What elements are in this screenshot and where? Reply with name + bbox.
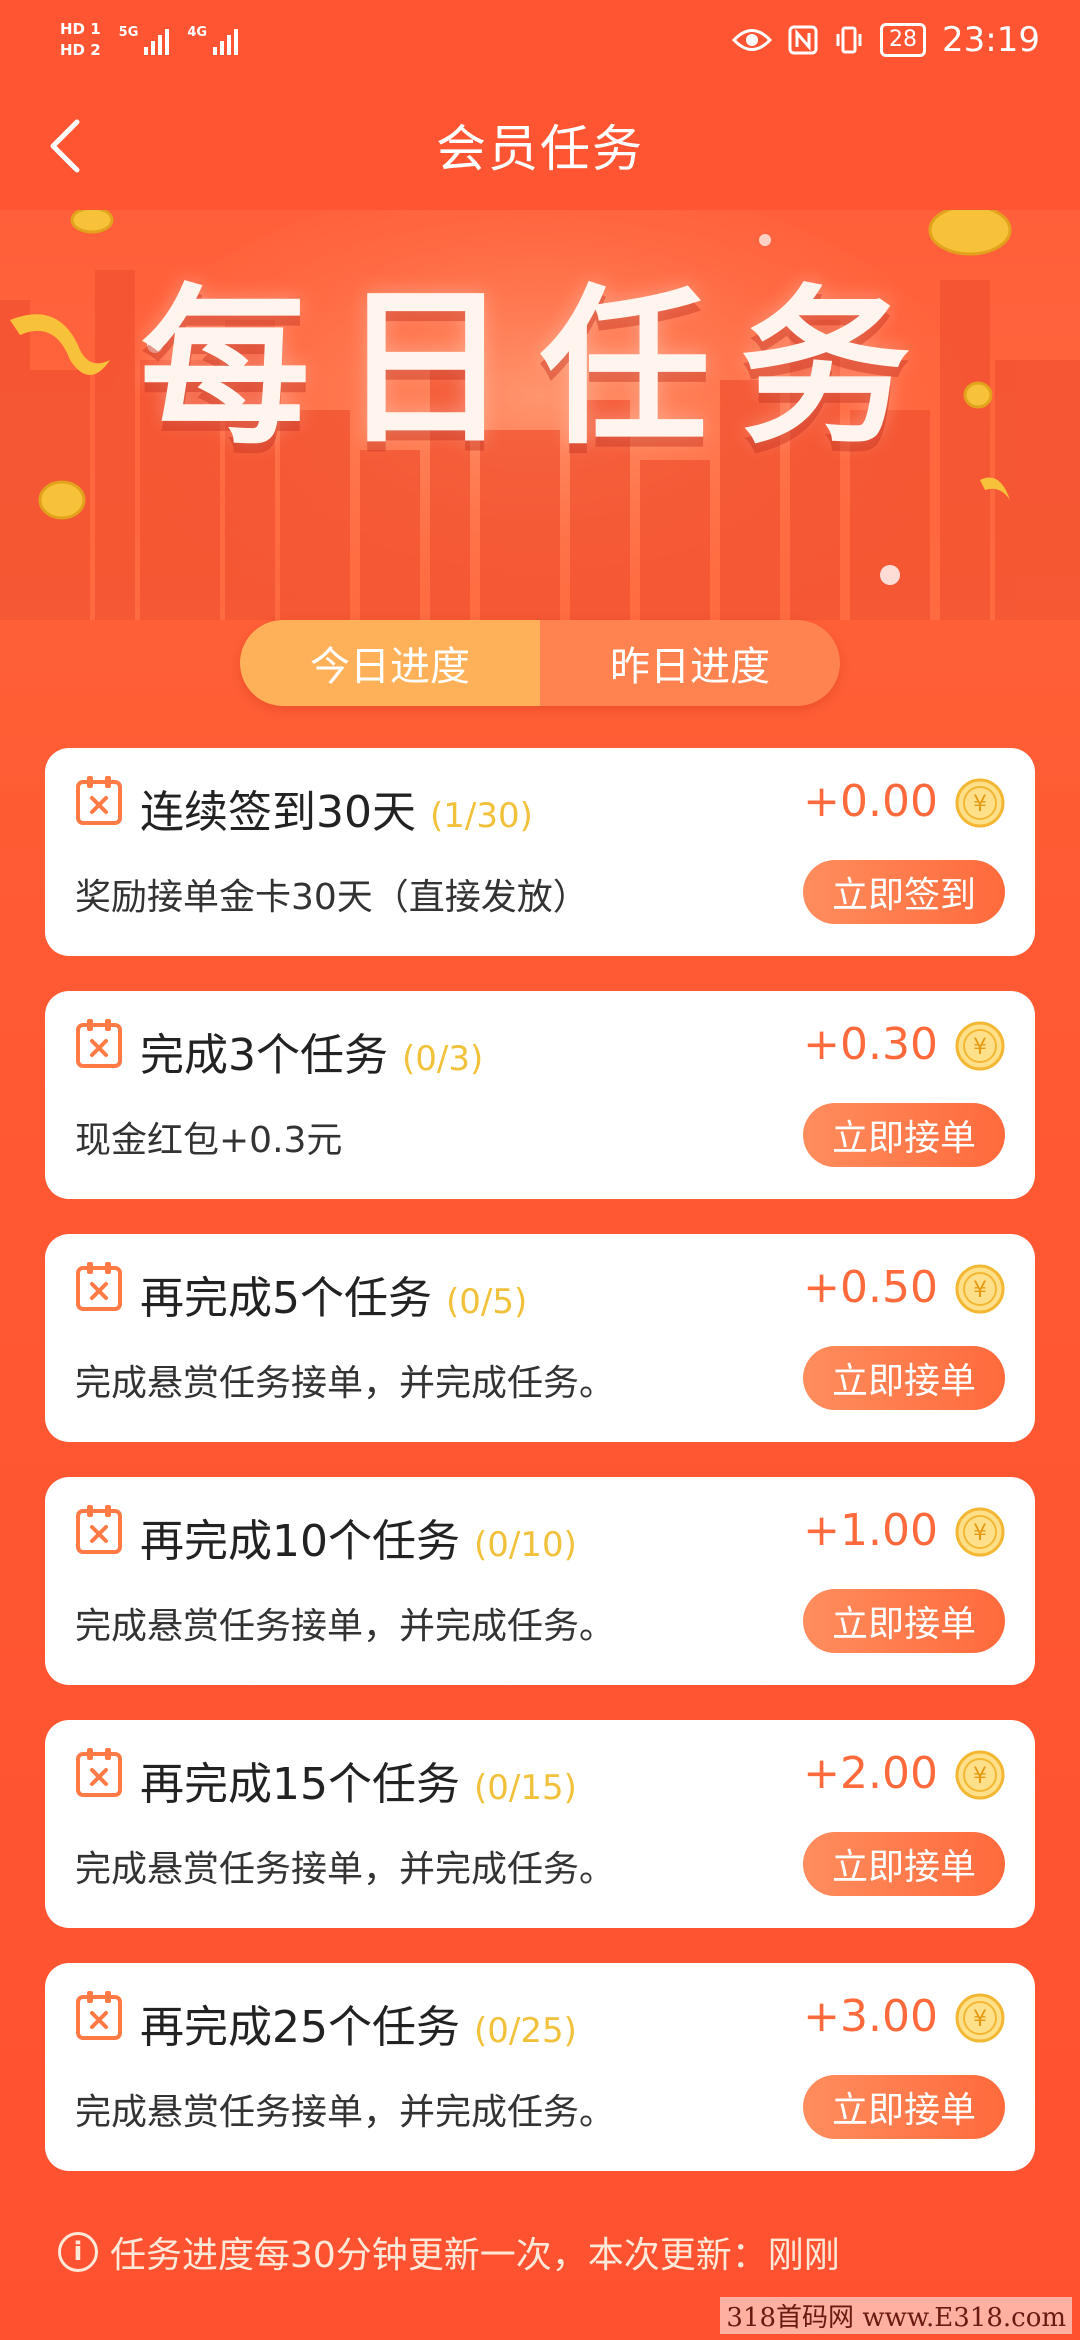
task-progress: (0/25)	[474, 2011, 577, 2051]
task-title: 再完成25个任务	[140, 2002, 460, 2053]
status-left: HD 1 HD 2 5G 4G	[60, 21, 239, 59]
calendar-x-icon	[76, 1262, 122, 1311]
task-action-button[interactable]: 立即接单	[803, 1346, 1005, 1410]
progress-tabs: 今日进度 昨日进度	[240, 620, 840, 706]
task-title-row: 连续签到30天 (1/30)	[140, 776, 533, 840]
banner: 每日任务	[0, 210, 1080, 620]
header: 会员任务	[0, 80, 1080, 210]
svg-text:¥: ¥	[973, 1278, 987, 1303]
tab-yesterday-progress[interactable]: 昨日进度	[540, 620, 840, 706]
task-reward: +3.00	[803, 1991, 938, 2042]
yuan-coin-icon: ¥	[955, 778, 1005, 828]
task-progress: (0/5)	[446, 1282, 528, 1322]
tab-today-progress[interactable]: 今日进度	[240, 620, 540, 706]
task-title-row: 再完成5个任务 (0/5)	[140, 1262, 527, 1326]
task-card: 再完成5个任务 (0/5) +0.50 ¥ 完成悬赏任务接单，并完成任务。 立即接…	[45, 1234, 1035, 1442]
task-description: 完成悬赏任务接单，并完成任务。	[75, 1363, 616, 1404]
task-description: 完成悬赏任务接单，并完成任务。	[75, 1606, 616, 1647]
yuan-coin-icon: ¥	[955, 1993, 1005, 2043]
chevron-left-icon	[50, 119, 80, 173]
calendar-x-icon	[76, 776, 122, 825]
task-title: 再完成10个任务	[140, 1516, 460, 1567]
task-description: 现金红包+0.3元	[75, 1120, 343, 1161]
page-title: 会员任务	[436, 120, 644, 178]
task-reward: +1.00	[803, 1505, 938, 1556]
task-progress: (0/15)	[474, 1768, 577, 1808]
update-note: i 任务进度每30分钟更新一次，本次更新：刚刚	[58, 2226, 840, 2278]
task-title: 完成3个任务	[140, 1030, 388, 1081]
yuan-coin-icon: ¥	[955, 1507, 1005, 1557]
status-right: 28 23:19	[732, 20, 1040, 60]
task-description: 奖励接单金卡30天（直接发放）	[75, 877, 589, 918]
yuan-coin-icon: ¥	[955, 1750, 1005, 1800]
task-reward: +0.50	[803, 1262, 938, 1313]
task-progress: (1/30)	[430, 796, 533, 836]
task-reward: +2.00	[803, 1748, 938, 1799]
svg-text:¥: ¥	[973, 792, 987, 817]
hd-badges: HD 1 HD 2	[60, 21, 101, 59]
yuan-coin-icon: ¥	[955, 1021, 1005, 1071]
svg-text:¥: ¥	[973, 1521, 987, 1546]
task-card: 完成3个任务 (0/3) +0.30 ¥ 现金红包+0.3元 立即接单	[45, 991, 1035, 1199]
watermark: 318首码网 www.E318.com	[720, 2297, 1072, 2334]
task-card: 再完成25个任务 (0/25) +3.00 ¥ 完成悬赏任务接单，并完成任务。 立…	[45, 1963, 1035, 2171]
eye-icon	[732, 29, 773, 51]
calendar-x-icon	[76, 1505, 122, 1554]
nfc-icon	[788, 25, 818, 55]
signal-5g-label: 5G	[118, 25, 139, 40]
task-title-row: 完成3个任务 (0/3)	[140, 1019, 483, 1083]
calendar-x-icon	[76, 1748, 122, 1797]
signal-4g-icon: 4G	[187, 25, 239, 55]
task-card: 再完成15个任务 (0/15) +2.00 ¥ 完成悬赏任务接单，并完成任务。 立…	[45, 1720, 1035, 1928]
calendar-x-icon	[76, 1019, 122, 1068]
svg-text:¥: ¥	[973, 1035, 987, 1060]
task-description: 完成悬赏任务接单，并完成任务。	[75, 1849, 616, 1890]
task-title-row: 再完成25个任务 (0/25)	[140, 1991, 577, 2055]
task-title-row: 再完成15个任务 (0/15)	[140, 1748, 577, 1812]
svg-text:¥: ¥	[973, 1764, 987, 1789]
task-progress: (0/3)	[402, 1039, 484, 1079]
signal-4g-label: 4G	[187, 25, 208, 40]
task-action-button[interactable]: 立即签到	[803, 860, 1005, 924]
battery-indicator: 28	[880, 23, 927, 57]
task-action-button[interactable]: 立即接单	[803, 1832, 1005, 1896]
task-card: 再完成10个任务 (0/10) +1.00 ¥ 完成悬赏任务接单，并完成任务。 立…	[45, 1477, 1035, 1685]
vibrate-icon	[836, 26, 862, 54]
task-title: 连续签到30天	[140, 787, 416, 838]
task-progress: (0/10)	[474, 1525, 577, 1565]
status-bar: HD 1 HD 2 5G 4G 28 23:19	[0, 0, 1080, 80]
task-title: 再完成5个任务	[140, 1273, 432, 1324]
signal-5g-icon: 5G	[119, 25, 170, 55]
task-list: 连续签到30天 (1/30) +0.00 ¥ 奖励接单金卡30天（直接发放） 立即…	[45, 748, 1035, 2206]
back-button[interactable]	[40, 118, 90, 174]
task-action-button[interactable]: 立即接单	[803, 1589, 1005, 1653]
svg-text:¥: ¥	[973, 2007, 987, 2032]
task-title-row: 再完成10个任务 (0/10)	[140, 1505, 577, 1569]
hd2-badge: HD 2	[60, 41, 101, 59]
task-action-button[interactable]: 立即接单	[803, 1103, 1005, 1167]
task-reward: +0.30	[803, 1019, 938, 1070]
task-title: 再完成15个任务	[140, 1759, 460, 1810]
info-icon: i	[58, 2232, 98, 2272]
task-card: 连续签到30天 (1/30) +0.00 ¥ 奖励接单金卡30天（直接发放） 立即…	[45, 748, 1035, 956]
banner-title: 每日任务	[139, 270, 940, 468]
calendar-x-icon	[76, 1991, 122, 2040]
update-note-text: 任务进度每30分钟更新一次，本次更新：刚刚	[110, 2235, 840, 2276]
task-action-button[interactable]: 立即接单	[803, 2075, 1005, 2139]
clock: 23:19	[942, 20, 1040, 60]
hd1-badge: HD 1	[60, 20, 101, 38]
task-description: 完成悬赏任务接单，并完成任务。	[75, 2092, 616, 2133]
yuan-coin-icon: ¥	[955, 1264, 1005, 1314]
task-reward: +0.00	[803, 776, 938, 827]
